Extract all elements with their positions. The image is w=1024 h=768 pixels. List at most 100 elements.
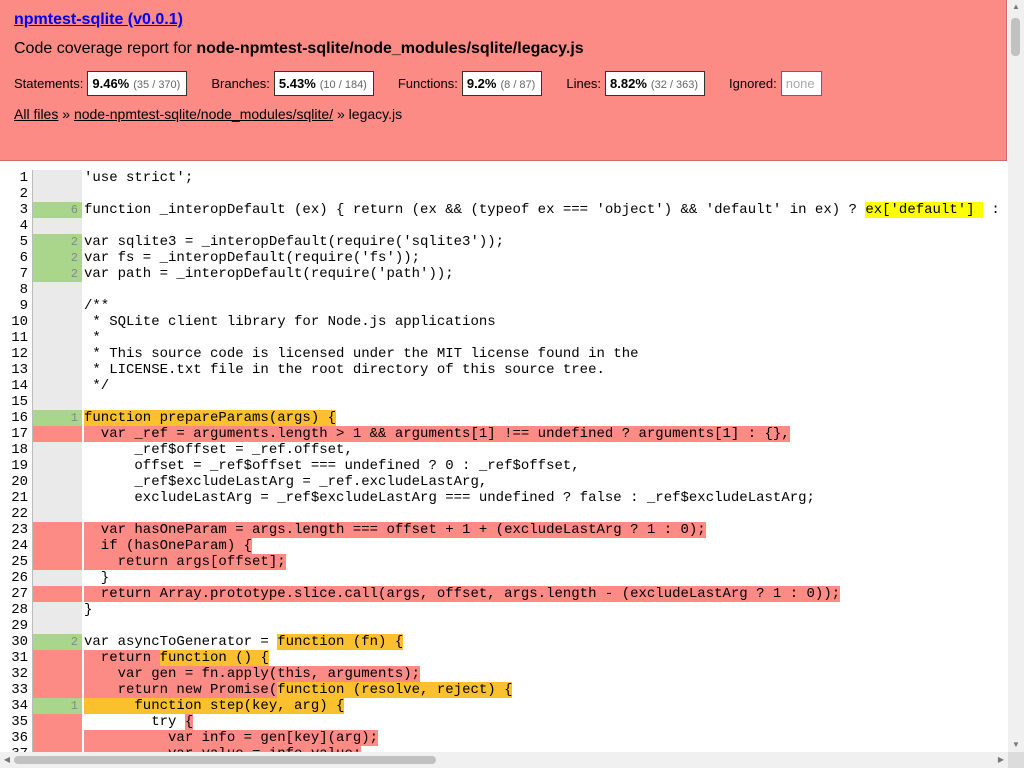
source-text: _ref$excludeLastArg = _ref.excludeLastAr… [84,474,487,490]
hit-count: 6 [33,202,82,218]
horizontal-scroll-thumb[interactable] [14,756,436,764]
line-number[interactable]: 10 [0,314,28,330]
code-line: 31 return function () { [0,650,1008,666]
line-number[interactable]: 1 [0,170,28,186]
source-text: var asyncToGenerator = function (fn) { [84,634,404,650]
line-number[interactable]: 14 [0,378,28,394]
line-number[interactable]: 3 [0,202,28,218]
breadcrumb-separator: » [58,106,74,122]
code-line: 20 _ref$excludeLastArg = _ref.excludeLas… [0,474,1008,490]
line-number[interactable]: 9 [0,298,28,314]
line-number[interactable]: 36 [0,730,28,746]
breadcrumb-separator: » [333,106,349,122]
line-number[interactable]: 24 [0,538,28,554]
code-line: 22 [0,506,1008,522]
stat-box: 5.43% (10 / 184) [273,70,374,96]
code-segment: * SQLite client library for Node.js appl… [84,314,496,330]
line-number[interactable]: 19 [0,458,28,474]
code-segment: */ [84,378,110,394]
scroll-up-arrow-icon[interactable]: ▲ [1008,0,1024,14]
code-line: 5 2 var sqlite3 = _interopDefault(require(… [0,234,1008,250]
code-segment: var path = _interopDefault(require('path… [84,266,454,282]
stat-percent: 9.46% [92,75,130,91]
uncovered-branch: ex['default'] [865,202,983,218]
horizontal-scrollbar[interactable]: ◀ ▶ [0,752,1008,768]
line-number[interactable]: 31 [0,650,28,666]
code-segment: 'use strict'; [84,170,194,186]
line-number[interactable]: 20 [0,474,28,490]
line-number[interactable]: 17 [0,426,28,442]
line-number[interactable]: 26 [0,570,28,586]
line-number[interactable]: 2 [0,186,28,202]
report-header: npmtest-sqlite (v0.0.1) Code coverage re… [0,0,1007,161]
line-number[interactable]: 11 [0,330,28,346]
source-text: } [84,602,92,618]
line-number[interactable]: 4 [0,218,28,234]
line-number[interactable]: 29 [0,618,28,634]
hit-count [33,618,82,634]
code-line: 19 offset = _ref$offset === undefined ? … [0,458,1008,474]
project-link[interactable]: npmtest-sqlite (v0.0.1) [14,11,183,29]
stat-box: 8.82% (32 / 363) [605,70,706,96]
hit-count: 1 [33,410,82,426]
stat-label: Ignored: [729,75,777,91]
line-number[interactable]: 16 [0,410,28,426]
code-line: 10 * SQLite client library for Node.js a… [0,314,1008,330]
line-number[interactable]: 7 [0,266,28,282]
vertical-scroll-thumb[interactable] [1011,18,1020,56]
code-line: 25 return args[offset]; [0,554,1008,570]
source-text: var fs = _interopDefault(require('fs')); [84,250,420,266]
hit-count [33,570,82,586]
hit-count [33,506,82,522]
line-number[interactable]: 27 [0,586,28,602]
line-number[interactable]: 32 [0,666,28,682]
code-segment: * [84,330,101,346]
line-number[interactable]: 25 [0,554,28,570]
source-text: * SQLite client library for Node.js appl… [84,314,496,330]
line-number[interactable]: 28 [0,602,28,618]
scroll-down-arrow-icon[interactable]: ▼ [1008,738,1024,752]
code-line: 4 [0,218,1008,234]
line-number[interactable]: 23 [0,522,28,538]
line-number[interactable]: 15 [0,394,28,410]
uncovered-statement: { [184,714,194,730]
source-text: var gen = fn.apply(this, arguments); [84,666,421,682]
source-text: try { [84,714,194,730]
line-number[interactable]: 22 [0,506,28,522]
uncovered-statement: return [84,650,160,666]
hit-count [33,362,82,378]
hit-count: 2 [33,266,82,282]
line-number[interactable]: 13 [0,362,28,378]
code-line: 29 [0,618,1008,634]
line-number[interactable]: 33 [0,682,28,698]
code-line: 2 [0,186,1008,202]
line-number[interactable]: 34 [0,698,28,714]
line-number[interactable]: 18 [0,442,28,458]
code-segment: var fs = _interopDefault(require('fs')); [84,250,421,266]
line-number[interactable]: 21 [0,490,28,506]
code-segment: var asyncToGenerator = [84,634,278,650]
vertical-scrollbar[interactable]: ▲ ▼ [1008,0,1024,752]
stat-fraction: (32 / 363) [650,78,699,91]
line-number[interactable]: 6 [0,250,28,266]
code-line: 18 _ref$offset = _ref.offset, [0,442,1008,458]
scroll-left-arrow-icon[interactable]: ◀ [0,752,14,768]
code-line: 28 } [0,602,1008,618]
line-number[interactable]: 35 [0,714,28,730]
scroll-right-arrow-icon[interactable]: ▶ [994,752,1008,768]
line-number[interactable]: 30 [0,634,28,650]
uncovered-statement: if (hasOneParam) { [84,538,253,554]
all-files-link[interactable]: All files [14,106,58,122]
source-text: 'use strict'; [84,170,193,186]
source-text: function step(key, arg) { [84,698,345,714]
line-number[interactable]: 5 [0,234,28,250]
line-number[interactable]: 12 [0,346,28,362]
code-line: 21 excludeLastArg = _ref$excludeLastArg … [0,490,1008,506]
code-segment: try [84,714,185,730]
hit-count [33,666,82,682]
line-number[interactable]: 8 [0,282,28,298]
hit-count: 2 [33,634,82,650]
source-text: * LICENSE.txt file in the root directory… [84,362,605,378]
directory-link[interactable]: node-npmtest-sqlite/node_modules/sqlite/ [74,106,333,122]
hit-count [33,282,82,298]
